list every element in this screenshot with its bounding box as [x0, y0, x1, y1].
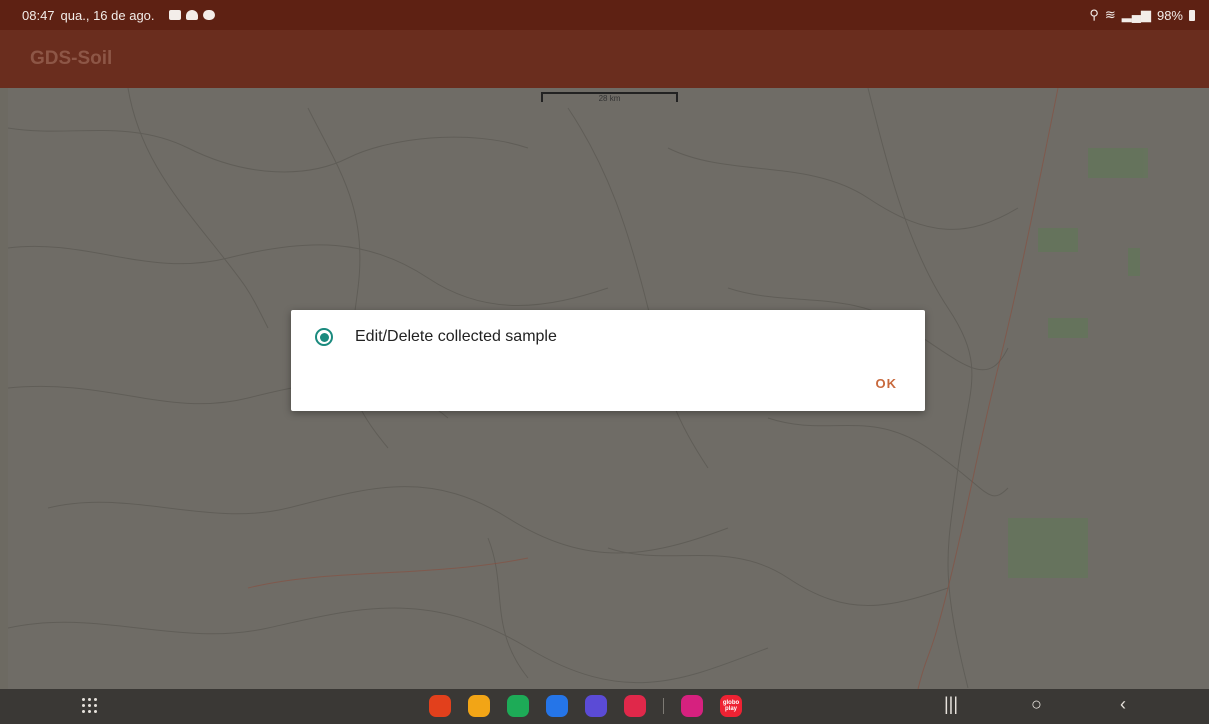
gallery-notification-icon	[168, 10, 181, 20]
signal-icon: ▂▄▆	[1121, 7, 1151, 22]
phone-icon[interactable]	[507, 695, 529, 717]
status-date: qua., 16 de ago.	[60, 7, 155, 23]
location-icon: ⚲	[1089, 7, 1099, 22]
app-bar: GDS-Soil	[0, 30, 1209, 88]
option-label: Edit/Delete collected sample	[355, 328, 557, 345]
wifi-icon: ≋	[1104, 7, 1116, 22]
battery-percent: 98%	[1156, 7, 1183, 23]
radio-button-selected[interactable]	[315, 328, 333, 346]
my-files-icon[interactable]	[468, 695, 490, 717]
ok-button[interactable]: OK	[876, 376, 898, 391]
flower-app-icon[interactable]	[681, 695, 703, 717]
map-scale-label: 28 km	[598, 94, 621, 103]
samsung-notes-icon[interactable]	[429, 695, 451, 717]
radio-dot-icon	[319, 332, 329, 342]
app-dock: globo play	[429, 695, 742, 717]
battery-icon	[1189, 9, 1195, 21]
status-left: 08:47 qua., 16 de ago.	[22, 8, 215, 23]
navigation-bar: globo play ||| ○ ‹	[0, 689, 1209, 724]
status-time: 08:47	[22, 7, 55, 23]
map-scale-bar: 28 km	[541, 92, 678, 103]
cloud-icon	[185, 10, 198, 20]
weather-icon	[202, 10, 215, 20]
dock-separator	[663, 698, 664, 714]
edit-delete-option[interactable]: Edit/Delete collected sample	[315, 328, 557, 346]
status-bar: 08:47 qua., 16 de ago. ⚲ ≋ ▂▄▆ 98%	[0, 0, 1209, 30]
camera-icon[interactable]	[624, 695, 646, 717]
action-dialog: Edit/Delete collected sample OK	[291, 310, 925, 411]
home-button[interactable]: ○	[1031, 694, 1042, 715]
back-button[interactable]: ‹	[1120, 694, 1126, 715]
status-right: ⚲ ≋ ▂▄▆ 98%	[1089, 7, 1195, 23]
internet-icon[interactable]	[585, 695, 607, 717]
notification-icons	[168, 10, 215, 20]
recent-apps-button[interactable]: |||	[944, 694, 958, 715]
globoplay-icon[interactable]: globo play	[720, 695, 742, 717]
app-drawer-icon[interactable]	[82, 698, 98, 714]
messages-icon[interactable]	[546, 695, 568, 717]
app-title: GDS-Soil	[30, 48, 113, 69]
